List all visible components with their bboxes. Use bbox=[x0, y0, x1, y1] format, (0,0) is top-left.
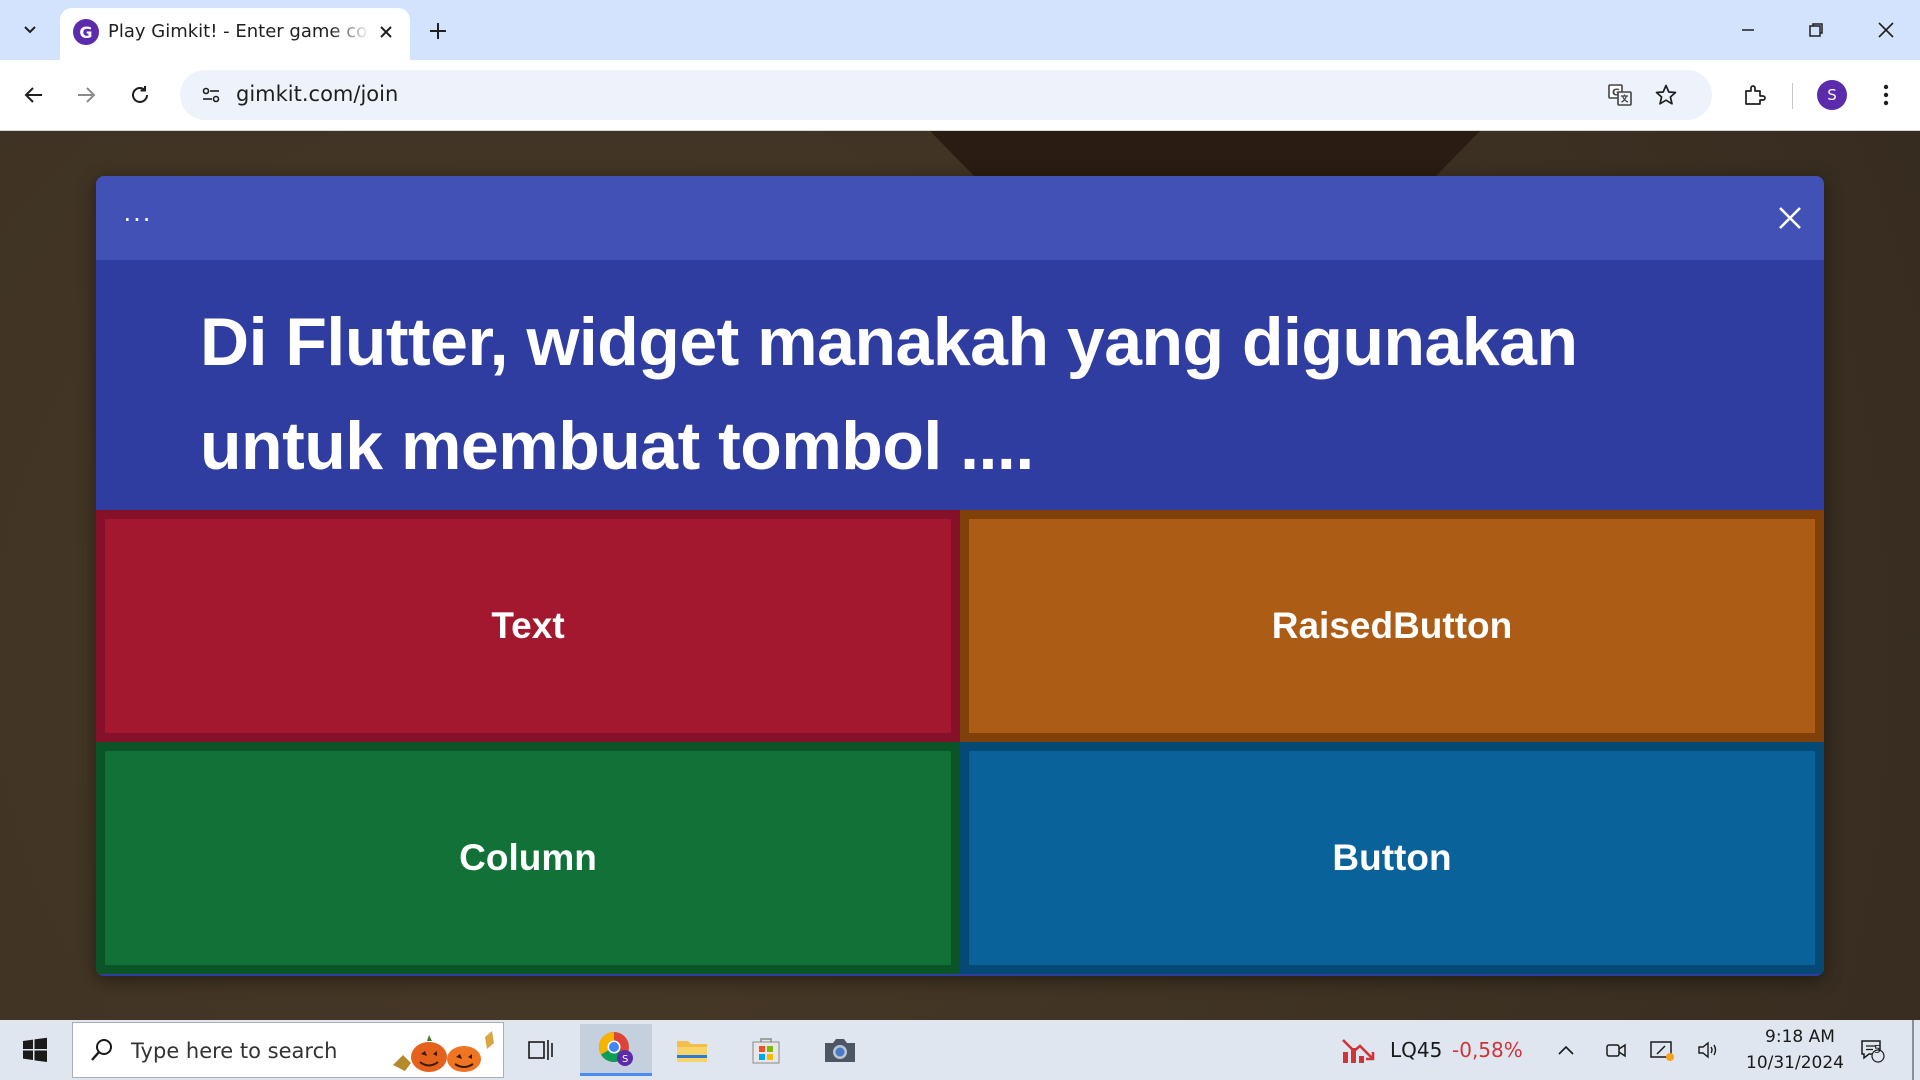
clock-time[interactable]: 9:18 AM bbox=[1745, 1027, 1855, 1047]
translate-icon: G bbox=[1608, 84, 1632, 106]
taskbar-chrome-app[interactable]: S bbox=[580, 1024, 652, 1076]
restore-icon bbox=[1809, 23, 1823, 37]
network-icon bbox=[1650, 1041, 1674, 1061]
avatar: S bbox=[1817, 80, 1847, 110]
answer-option-3[interactable]: Column bbox=[96, 742, 960, 974]
meet-now-button[interactable] bbox=[1598, 1024, 1634, 1076]
tab-title: Play Gimkit! - Enter game code bbox=[108, 21, 366, 42]
tab-close-button[interactable] bbox=[372, 18, 400, 46]
task-view-button[interactable] bbox=[504, 1024, 576, 1076]
plus-icon bbox=[430, 23, 446, 39]
show-hidden-icons-button[interactable] bbox=[1548, 1024, 1584, 1076]
background-decoration bbox=[930, 131, 1480, 176]
reload-button[interactable] bbox=[120, 75, 160, 115]
tab-title-fade bbox=[330, 16, 370, 46]
taskbar-search-box[interactable]: Type here to search bbox=[72, 1022, 504, 1078]
tab-search-button[interactable] bbox=[10, 12, 50, 48]
start-button[interactable] bbox=[0, 1020, 70, 1080]
answer-label: Button bbox=[1332, 837, 1452, 878]
reload-icon bbox=[132, 86, 148, 103]
stock-down-icon bbox=[1342, 1039, 1375, 1063]
restore-button[interactable] bbox=[1786, 8, 1846, 52]
more-options-button[interactable]: ... bbox=[118, 198, 158, 228]
pumpkin-decoration-icon bbox=[393, 1031, 494, 1072]
close-icon bbox=[1878, 22, 1894, 38]
site-settings-icon bbox=[202, 87, 220, 103]
arrow-left-icon bbox=[24, 87, 42, 103]
bookmark-star-button[interactable] bbox=[1646, 75, 1686, 115]
profile-button[interactable]: S bbox=[1812, 75, 1852, 115]
clock-date[interactable]: 10/31/2024 bbox=[1735, 1053, 1855, 1073]
minimize-icon bbox=[1742, 29, 1754, 31]
search-icon bbox=[91, 1039, 112, 1061]
notification-center-button[interactable]: 5 bbox=[1854, 1024, 1890, 1076]
answer-option-4[interactable]: Button bbox=[960, 742, 1824, 974]
puzzle-icon bbox=[1745, 85, 1766, 105]
windows-logo-icon bbox=[23, 1037, 47, 1062]
back-button[interactable] bbox=[14, 75, 54, 115]
chevron-down-icon bbox=[24, 26, 36, 34]
chrome-icon: S bbox=[598, 1031, 633, 1066]
translate-button[interactable]: G bbox=[1600, 75, 1640, 115]
browser-menu-button[interactable] bbox=[1866, 75, 1906, 115]
answer-label: RaisedButton bbox=[1271, 605, 1513, 646]
answer-label: Column bbox=[459, 837, 597, 878]
svg-text:S: S bbox=[622, 1054, 628, 1065]
stock-widget-change[interactable]: -0,58% bbox=[1452, 1038, 1523, 1062]
taskbar-file-explorer-app[interactable] bbox=[656, 1024, 728, 1076]
speaker-icon bbox=[1698, 1041, 1717, 1059]
close-icon bbox=[380, 26, 392, 38]
answer-option-1[interactable]: Text bbox=[96, 510, 960, 742]
camera-icon bbox=[825, 1039, 855, 1062]
extensions-button[interactable] bbox=[1734, 75, 1774, 115]
taskbar-camera-app[interactable] bbox=[804, 1024, 876, 1076]
gimkit-favicon-icon: G bbox=[73, 19, 99, 45]
notification-icon bbox=[1861, 1040, 1885, 1063]
video-camera-icon bbox=[1606, 1043, 1626, 1058]
stock-widget-symbol[interactable]: LQ45 bbox=[1390, 1038, 1442, 1062]
minimize-button[interactable] bbox=[1718, 8, 1778, 52]
toolbar-divider bbox=[1792, 83, 1793, 109]
kebab-menu-icon bbox=[1883, 84, 1889, 106]
browser-tab-strip: G Play Gimkit! - Enter game code bbox=[0, 0, 1920, 60]
notification-count: 5 bbox=[1874, 1043, 1881, 1056]
close-icon bbox=[1779, 207, 1801, 229]
task-view-icon bbox=[528, 1040, 553, 1060]
question-card: ... Di Flutter, widget manakah yang digu… bbox=[96, 176, 1824, 976]
store-icon bbox=[752, 1038, 780, 1064]
star-icon bbox=[1655, 84, 1677, 105]
search-placeholder: Type here to search bbox=[131, 1039, 338, 1063]
close-question-button[interactable] bbox=[1770, 198, 1810, 238]
site-info-button[interactable] bbox=[194, 78, 228, 112]
taskbar-microsoft-store-app[interactable] bbox=[730, 1024, 802, 1076]
address-bar[interactable]: gimkit.com/join G bbox=[180, 70, 1712, 120]
chevron-up-icon bbox=[1558, 1045, 1574, 1055]
network-status-button[interactable] bbox=[1644, 1024, 1680, 1076]
window-close-button[interactable] bbox=[1856, 8, 1916, 52]
forward-button[interactable] bbox=[66, 75, 106, 115]
show-desktop-button[interactable] bbox=[1912, 1020, 1914, 1080]
windows-taskbar: Type here to search S LQ45 -0,58% 9:18 A… bbox=[0, 1020, 1920, 1080]
card-header: ... bbox=[96, 176, 1824, 260]
answer-label: Text bbox=[491, 605, 565, 646]
url-text[interactable]: gimkit.com/join bbox=[236, 82, 398, 106]
browser-toolbar: gimkit.com/join G S bbox=[0, 60, 1920, 131]
new-tab-button[interactable] bbox=[420, 13, 456, 49]
browser-tab-active[interactable]: G Play Gimkit! - Enter game code bbox=[60, 8, 410, 60]
folder-icon bbox=[677, 1041, 707, 1062]
question-text: Di Flutter, widget manakah yang digunaka… bbox=[200, 304, 1578, 484]
arrow-right-icon bbox=[78, 87, 96, 103]
answer-option-2[interactable]: RaisedButton bbox=[960, 510, 1824, 742]
volume-button[interactable] bbox=[1690, 1024, 1726, 1076]
